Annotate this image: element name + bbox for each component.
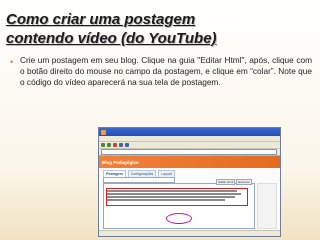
embedded-screenshot: Blog Pedagógico Postagem Configurações L… [98,127,281,237]
stop-icon [113,143,117,147]
slide-title-line2: contendo vídeo (do YouTube) [6,30,217,47]
browser-address-bar [99,149,280,156]
home-icon [125,143,129,147]
browser-toolbar [99,142,280,149]
browser-titlebar [99,128,280,136]
editor-mode-buttons: Editar Html Escrever [216,179,252,185]
video-highlight-oval [166,213,192,224]
browser-app-icon [101,129,106,135]
address-field [101,149,277,155]
slide: Como criar uma postagem contendo vídeo (… [0,0,320,240]
editor-side-panel [257,183,277,229]
bullet-icon: • [10,57,14,67]
blog-title: Blog Pedagógico [102,159,139,165]
post-editor: Editar Html Escrever [103,179,255,229]
refresh-icon [119,143,123,147]
post-editor-area: Postagem Configurações Layout Editar Htm… [99,168,280,234]
browser-statusbar [99,230,280,236]
pasted-code-highlight [106,188,248,206]
compose-button: Escrever [236,179,252,185]
blog-header: Blog Pedagógico [99,156,280,168]
slide-title: Como criar uma postagem contendo vídeo (… [6,10,316,48]
forward-icon [107,143,111,147]
body-text: Crie um postagem em seu blog. Clique na … [20,55,312,88]
edit-html-button: Editar Html [216,179,236,185]
back-icon [101,143,105,147]
slide-title-line1: Como criar uma postagem [6,11,196,28]
